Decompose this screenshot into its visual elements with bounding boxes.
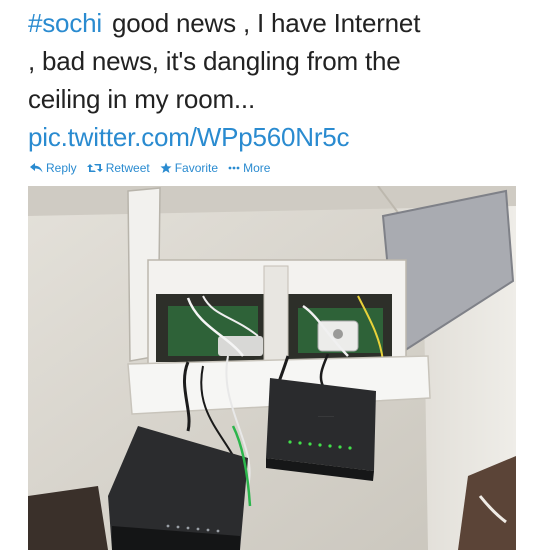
retweet-label: Retweet [105,161,150,175]
more-label: More [243,161,271,175]
more-button[interactable]: More [228,161,270,175]
star-icon [160,162,172,174]
retweet-icon [86,163,103,173]
ellipsis-icon [228,166,240,170]
reply-button[interactable]: Reply [30,161,77,175]
tweet-text-line: ceiling in my room... [28,84,255,114]
tweet-text: #sochi good news , I have Internet , bad … [28,4,528,156]
svg-text:········: ········ [318,414,334,420]
tweet-photo[interactable]: ········ [28,186,516,550]
favorite-label: Favorite [174,161,219,175]
tweet-text-line: , bad news, it's dangling from the [28,46,401,76]
pic-link[interactable]: pic.twitter.com/WPp560Nr5c [28,118,528,156]
reply-icon [30,163,43,173]
tweet-text-line: good news , I have Internet [111,8,421,38]
reply-label: Reply [46,161,77,175]
photo-illustration: ········ [28,186,516,550]
hashtag-link[interactable]: #sochi [28,8,102,38]
tweet-line-1: #sochi good news , I have Internet [28,4,528,42]
tweet-actions: Reply Retweet Favorite More [30,160,270,176]
retweet-button[interactable]: Retweet [86,161,150,175]
favorite-button[interactable]: Favorite [160,161,218,175]
